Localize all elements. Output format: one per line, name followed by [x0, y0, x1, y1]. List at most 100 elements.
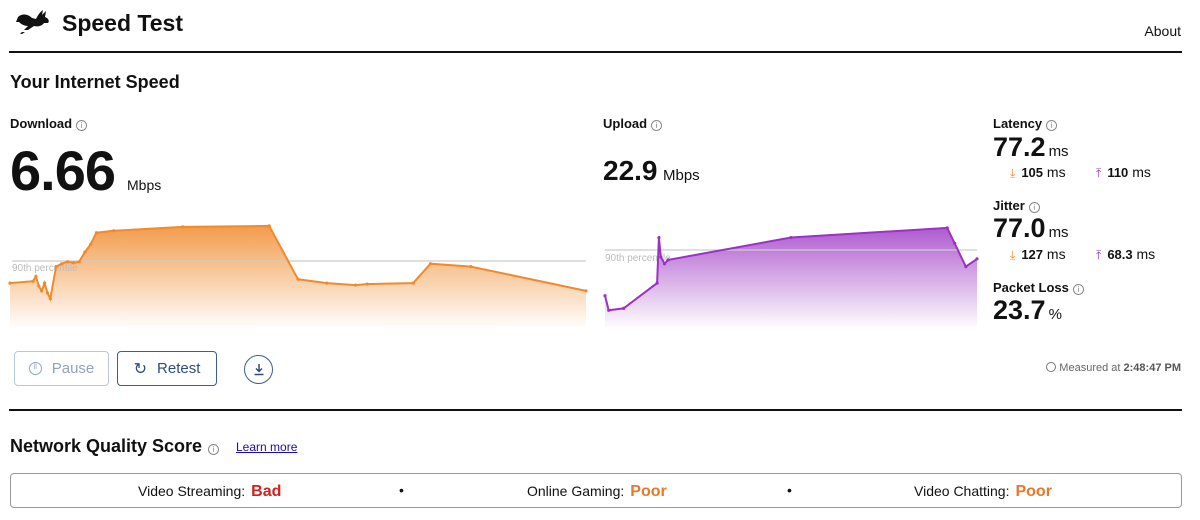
data-point	[584, 289, 588, 293]
score-label: Video Chatting:	[914, 483, 1010, 499]
data-point	[181, 225, 185, 229]
measured-time: 2:48:47 PM	[1123, 362, 1181, 374]
refresh-icon: ↻	[133, 360, 148, 378]
info-icon[interactable]: i	[1046, 120, 1058, 131]
data-point	[89, 242, 93, 246]
packet-loss-unit: %	[1048, 306, 1062, 323]
download-chart: 90th percentile	[8, 224, 588, 327]
data-point	[94, 231, 98, 235]
section-divider	[9, 409, 1182, 411]
data-point	[964, 265, 968, 269]
info-icon[interactable]: i	[651, 120, 663, 131]
info-icon[interactable]: i	[76, 120, 88, 131]
unit: ms	[1136, 246, 1156, 262]
upload-unit: Mbps	[663, 167, 700, 184]
download-value: 6.66	[10, 139, 116, 202]
separator-dot: •	[787, 482, 792, 498]
data-point	[83, 250, 87, 254]
separator-dot: •	[399, 482, 404, 498]
jitter-upload-value: 68.3	[1107, 247, 1133, 262]
data-point	[953, 241, 957, 245]
network-quality-title-text: Network Quality Score	[10, 436, 203, 456]
data-point	[607, 308, 611, 312]
upload-label: Upload i	[603, 116, 663, 131]
data-point	[945, 226, 949, 230]
score-label: Online Gaming:	[527, 483, 625, 499]
data-point	[42, 281, 47, 285]
download-arrow-icon: ⤓	[1010, 166, 1016, 180]
upload-label-text: Upload	[603, 116, 648, 131]
measured-prefix: Measured at	[1059, 362, 1121, 374]
latency-upload-value: 110	[1107, 165, 1129, 180]
data-point	[411, 281, 415, 285]
download-results-button[interactable]	[244, 355, 273, 384]
data-point	[603, 294, 607, 298]
data-point	[112, 229, 116, 233]
data-point	[662, 262, 667, 266]
latency-download-value: 105	[1021, 165, 1044, 180]
latency-value: 77.2 ms	[993, 132, 1069, 163]
latency-upload: ⤒ 110 ms	[1096, 164, 1151, 181]
upload-area	[605, 227, 977, 327]
measured-at: Measured at 2:48:47 PM	[1046, 362, 1181, 374]
app-title: Speed Test	[62, 10, 183, 36]
pause-button[interactable]: ll Pause	[14, 351, 109, 386]
score-value: Poor	[1015, 483, 1052, 500]
latency-number: 77.2	[993, 132, 1046, 162]
score-label: Video Streaming:	[138, 483, 246, 499]
data-point	[975, 257, 979, 261]
download-label-text: Download	[10, 116, 73, 131]
data-point	[40, 289, 44, 293]
network-quality-title: Network Quality Score i	[10, 436, 220, 457]
retest-button[interactable]: ↻ Retest	[117, 351, 217, 386]
latency-unit: ms	[1048, 143, 1069, 160]
data-point	[325, 281, 329, 285]
jitter-value: 77.0 ms	[993, 213, 1069, 244]
info-icon[interactable]: i	[208, 444, 220, 455]
about-link[interactable]: About	[1144, 23, 1181, 39]
clock-icon	[1046, 362, 1057, 372]
data-point	[354, 283, 358, 287]
upload-arrow-icon: ⤒	[1096, 248, 1102, 262]
data-point	[789, 235, 793, 240]
score-value: Poor	[630, 483, 667, 500]
upload-value: 22.9	[603, 155, 658, 186]
data-point	[666, 258, 670, 262]
running-rabbit-icon	[16, 10, 49, 34]
packet-loss-label: Packet Loss i	[993, 280, 1084, 295]
info-icon[interactable]: i	[1028, 202, 1040, 213]
data-point	[66, 260, 70, 264]
learn-more-link[interactable]: Learn more	[236, 440, 297, 454]
internet-speed-title: Your Internet Speed	[10, 72, 180, 92]
network-quality-scores: Video Streaming: Bad • Online Gaming: Poor…	[10, 473, 1182, 508]
online-gaming-score: Online Gaming: Poor	[527, 483, 667, 501]
data-point	[54, 265, 58, 269]
packet-loss-value: 23.7%	[993, 295, 1062, 326]
jitter-download: ⤓ 127 ms	[1010, 246, 1066, 263]
app-header: Speed Test About	[0, 0, 1200, 52]
packet-loss-number: 23.7	[993, 295, 1046, 325]
data-point	[659, 255, 663, 259]
unit: ms	[1046, 164, 1066, 180]
info-icon[interactable]: i	[1072, 284, 1084, 295]
data-point	[365, 282, 369, 286]
data-point	[428, 262, 433, 266]
data-point	[655, 281, 659, 285]
download-area	[10, 225, 586, 327]
upload-chart: 90th percentile	[603, 226, 979, 327]
pause-icon: ll	[28, 362, 42, 375]
score-value: Bad	[251, 483, 282, 500]
jitter-number: 77.0	[993, 213, 1046, 243]
video-streaming-score: Video Streaming: Bad	[138, 483, 281, 501]
unit: ms	[1132, 164, 1151, 180]
data-point	[60, 262, 64, 266]
data-point	[34, 274, 38, 278]
data-point	[296, 277, 300, 281]
download-unit: Mbps	[127, 177, 162, 193]
latency-label: Latency i	[993, 116, 1058, 131]
jitter-upload: ⤒ 68.3 ms	[1096, 246, 1155, 263]
data-point	[77, 260, 81, 264]
data-point	[8, 281, 12, 285]
upload-arrow-icon: ⤒	[1096, 166, 1102, 180]
data-point	[31, 279, 35, 283]
